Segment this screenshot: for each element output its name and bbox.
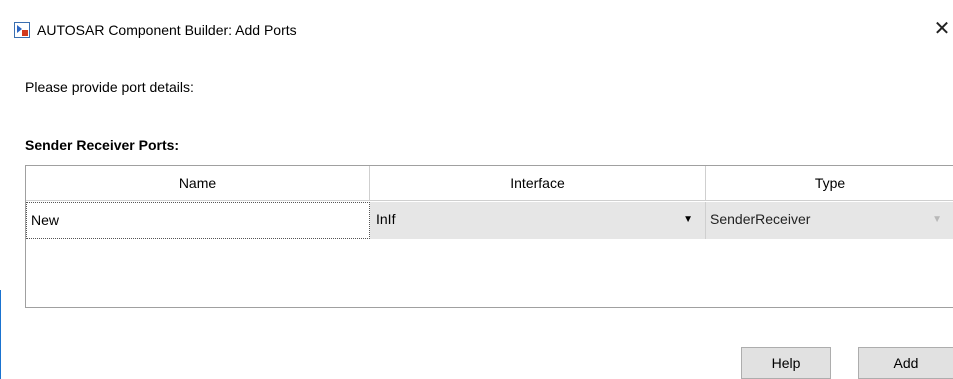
close-button[interactable]: ✕	[932, 18, 952, 40]
type-dropdown: SenderReceiver ▼	[706, 202, 953, 239]
prompt-text: Please provide port details:	[25, 79, 194, 95]
name-cell[interactable]: New	[26, 202, 370, 239]
add-button[interactable]: Add	[858, 347, 953, 379]
chevron-down-icon: ▼	[932, 214, 942, 225]
close-icon: ✕	[933, 18, 951, 40]
ports-table: Name Interface Type New InIf ▼ SenderRec…	[25, 165, 953, 308]
column-header-interface[interactable]: Interface	[370, 166, 706, 201]
section-label: Sender Receiver Ports:	[25, 137, 180, 153]
interface-value: InIf	[376, 211, 396, 227]
column-header-name[interactable]: Name	[26, 166, 370, 201]
type-value: SenderReceiver	[710, 211, 811, 227]
help-button[interactable]: Help	[741, 347, 831, 379]
interface-dropdown[interactable]: InIf ▼	[370, 202, 706, 239]
column-header-type[interactable]: Type	[706, 166, 953, 201]
window-title: AUTOSAR Component Builder: Add Ports	[37, 22, 297, 38]
name-cell-value: New	[31, 212, 60, 228]
title-bar: AUTOSAR Component Builder: Add Ports ✕	[0, 0, 953, 40]
simulink-app-icon	[14, 22, 30, 38]
chevron-down-icon[interactable]: ▼	[683, 202, 693, 237]
window-edge	[0, 290, 1, 379]
